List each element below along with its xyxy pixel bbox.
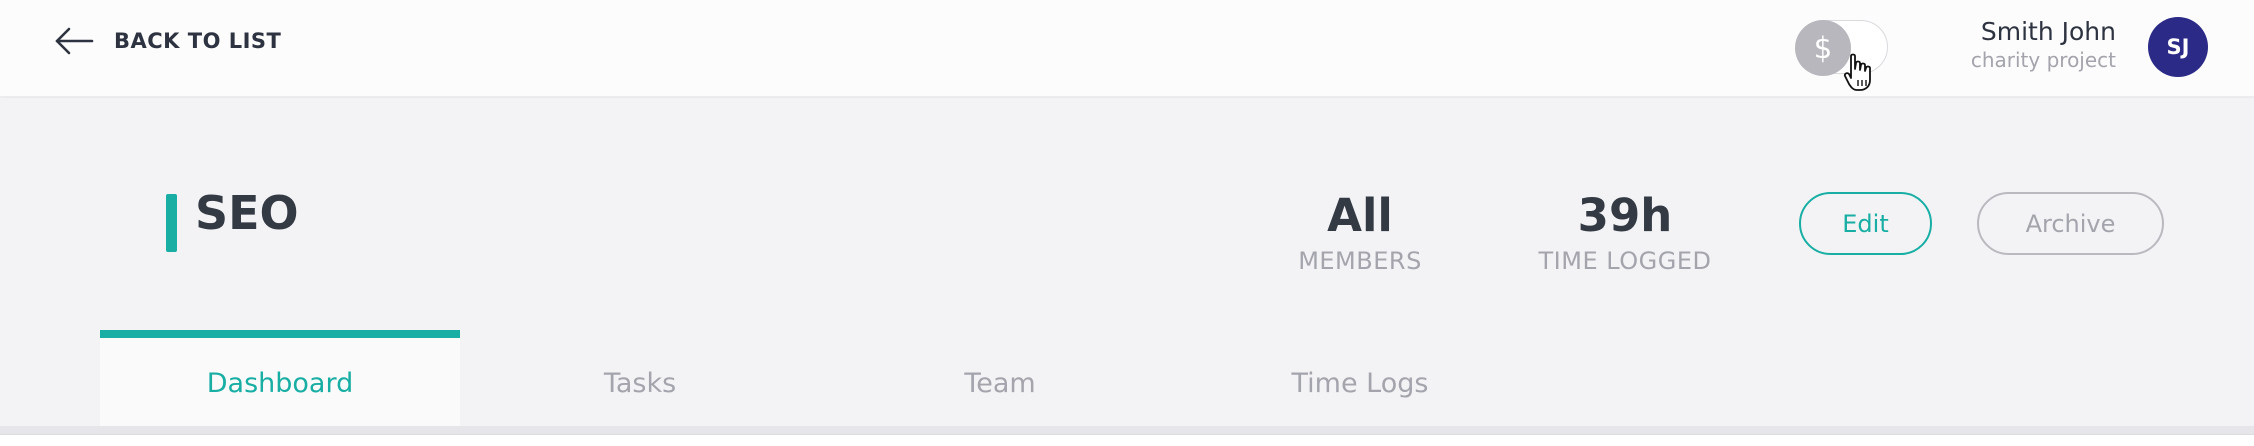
time-logged-value: 39h: [1577, 189, 1673, 242]
avatar[interactable]: SJ: [2148, 17, 2208, 77]
back-to-list-label: BACK TO LIST: [114, 29, 282, 53]
top-bar: BACK TO LIST $ Smith John charity projec…: [0, 0, 2254, 97]
time-logged-stat: 39h TIME LOGGED: [1530, 188, 1720, 278]
user-name: Smith John: [1980, 17, 2116, 46]
project-header: SEO All MEMBERS 39h TIME LOGGED Edit Arc…: [0, 98, 2254, 428]
time-logged-label: TIME LOGGED: [1538, 247, 1712, 275]
tab-team[interactable]: Team: [820, 330, 1180, 428]
billing-toggle[interactable]: $: [1795, 20, 1888, 76]
members-label: MEMBERS: [1298, 247, 1422, 275]
tab-bar: Dashboard Tasks Team Time Logs: [100, 330, 1540, 428]
edit-button[interactable]: Edit: [1799, 192, 1932, 255]
archive-button[interactable]: Archive: [1977, 192, 2164, 255]
tabs-divider: [0, 426, 2254, 434]
tab-time-logs[interactable]: Time Logs: [1180, 330, 1540, 428]
hand-pointer-icon: [1843, 53, 1873, 97]
project-accent-bar: [166, 194, 177, 252]
members-stat: All MEMBERS: [1290, 188, 1430, 278]
project-title: SEO: [195, 186, 299, 240]
user-project: charity project: [1970, 48, 2116, 72]
back-to-list-link[interactable]: BACK TO LIST: [54, 21, 281, 61]
tab-dashboard[interactable]: Dashboard: [100, 330, 460, 428]
members-value: All: [1327, 189, 1393, 242]
user-info: Smith John charity project: [1971, 16, 2116, 74]
content-area-edge: [0, 434, 2254, 446]
arrow-left-icon: [54, 27, 94, 55]
tab-tasks[interactable]: Tasks: [460, 330, 820, 428]
